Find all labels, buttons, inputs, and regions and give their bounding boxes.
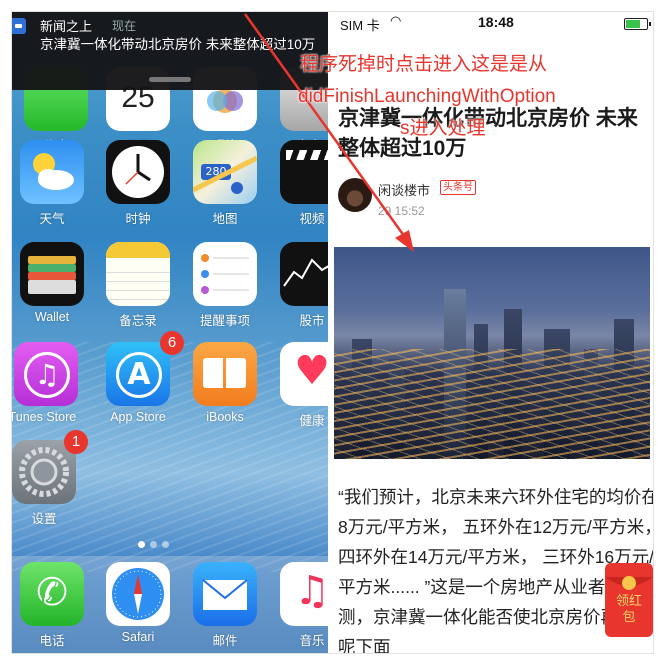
annotation-line-2: didFinishLaunchingWithOption: [298, 86, 556, 107]
annotation-line-1: 程序死掉时点击进入这是是从: [300, 54, 548, 75]
annotation-line-3: s进入处理: [400, 118, 486, 139]
screenshot-composite: 新闻之上 现在 京津冀一体化带动北京房价 未来整体超过10万 信息 25 日历 …: [12, 12, 653, 653]
